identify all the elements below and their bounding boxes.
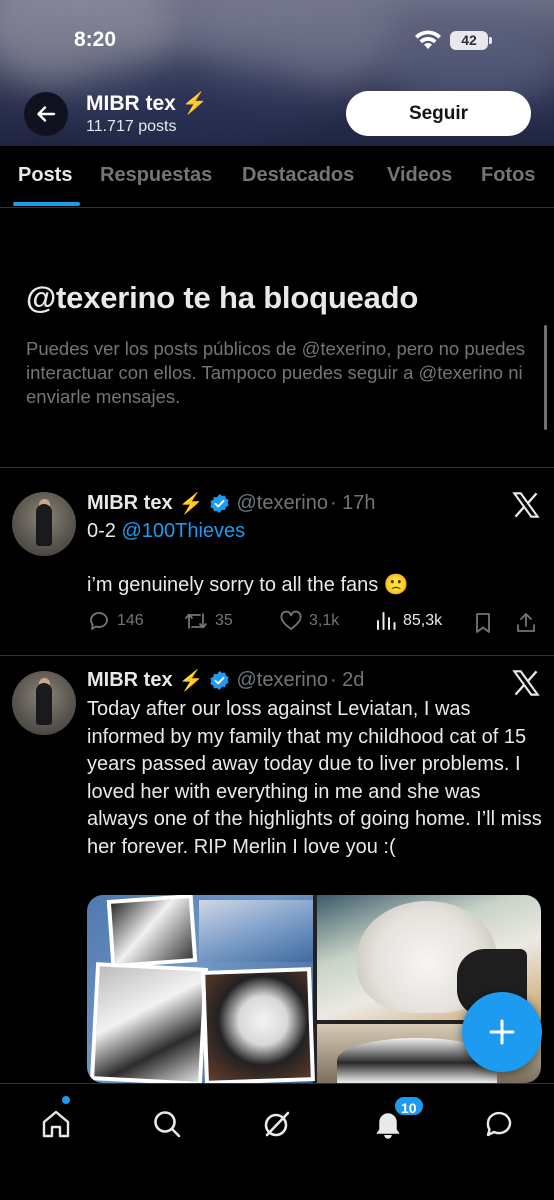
profile-tabs: Posts Respuestas Destacados Videos Fotos: [0, 146, 554, 208]
author-handle[interactable]: @texerino: [236, 669, 327, 692]
divider: [0, 655, 554, 656]
grok-icon: [264, 1111, 290, 1137]
search-icon: [154, 1111, 181, 1138]
bookmark-icon[interactable]: [472, 611, 494, 635]
author-name[interactable]: MIBR tex: [87, 669, 173, 692]
avatar[interactable]: [12, 671, 76, 735]
mention-link[interactable]: @100Thieves: [121, 520, 245, 542]
views-button[interactable]: 85,3k: [375, 609, 442, 633]
battery-indicator: 42: [450, 31, 492, 50]
post-count: 11.717 posts: [86, 118, 177, 135]
nav-messages[interactable]: [479, 1104, 519, 1144]
bottom-navigation: 10: [0, 1083, 554, 1200]
verified-badge-icon: [210, 493, 230, 514]
author-name[interactable]: MIBR tex: [87, 492, 173, 515]
back-button[interactable]: [24, 92, 68, 136]
divider: [0, 467, 554, 468]
profile-name: MIBR tex ⚡: [86, 92, 208, 116]
battery-level: 42: [461, 32, 477, 48]
post-text: Today after our loss against Leviatan, I…: [87, 698, 542, 858]
post-actions: 146 35 3,1k 85,3k: [87, 609, 542, 639]
status-bar: 8:20 42: [0, 26, 554, 58]
nav-search[interactable]: [147, 1104, 187, 1144]
reply-count: 146: [117, 612, 144, 629]
post-header: MIBR tex ⚡ @texerino · 17h: [87, 491, 376, 516]
profile-name-text: MIBR tex: [86, 92, 176, 115]
tab-posts[interactable]: Posts: [18, 164, 72, 187]
post-time: · 2d: [329, 669, 365, 691]
lightning-icon: ⚡: [181, 92, 209, 115]
x-logo-icon: [512, 670, 540, 696]
repost-count: 35: [215, 612, 233, 629]
messages-icon: [486, 1111, 512, 1137]
lightning-icon: ⚡: [178, 493, 204, 515]
x-logo-icon: [512, 492, 540, 518]
post-text-prefix: 0-2: [87, 520, 122, 542]
views-count: 85,3k: [403, 612, 443, 629]
scrollbar[interactable]: [544, 325, 547, 430]
reply-icon: [90, 612, 108, 630]
tab-replies[interactable]: Respuestas: [100, 164, 212, 187]
verified-badge-icon: [210, 670, 230, 691]
arrow-left-icon: [37, 106, 56, 122]
like-button[interactable]: 3,1k: [279, 609, 339, 633]
new-posts-dot: [62, 1096, 70, 1104]
notifications-badge: 10: [393, 1095, 425, 1117]
post-time: · 17h: [329, 492, 376, 514]
post-text: 0-2 @100Thieves: [87, 518, 542, 546]
tab-videos[interactable]: Videos: [387, 164, 452, 187]
repost-icon: [185, 613, 207, 629]
heart-icon: [280, 610, 302, 630]
home-icon: [42, 1110, 70, 1138]
repost-button[interactable]: 35: [183, 609, 233, 633]
reply-button[interactable]: 146: [87, 609, 144, 633]
blocked-title: @texerino te ha bloqueado: [26, 280, 419, 315]
plus-icon: [489, 1019, 515, 1045]
media-image-cat-collage[interactable]: [87, 895, 315, 1083]
share-icon[interactable]: [515, 611, 537, 635]
author-handle[interactable]: @texerino: [236, 492, 327, 515]
nav-home[interactable]: [36, 1104, 76, 1144]
tab-photos[interactable]: Fotos: [481, 164, 535, 187]
post-text-body: i’m genuinely sorry to all the fans 🙁: [87, 574, 409, 596]
compose-post-button[interactable]: [462, 992, 542, 1072]
lightning-icon: ⚡: [178, 670, 204, 692]
post-header: MIBR tex ⚡ @texerino · 2d: [87, 668, 364, 693]
follow-button[interactable]: Seguir: [346, 91, 531, 136]
views-icon: [377, 612, 396, 630]
tab-highlights[interactable]: Destacados: [242, 164, 354, 187]
wifi-icon: [415, 30, 441, 49]
nav-grok[interactable]: [257, 1104, 297, 1144]
status-time: 8:20: [74, 28, 117, 51]
avatar[interactable]: [12, 492, 76, 556]
active-tab-indicator: [13, 202, 80, 206]
like-count: 3,1k: [309, 612, 340, 629]
blocked-description: Puedes ver los posts públicos de @texeri…: [26, 338, 526, 407]
